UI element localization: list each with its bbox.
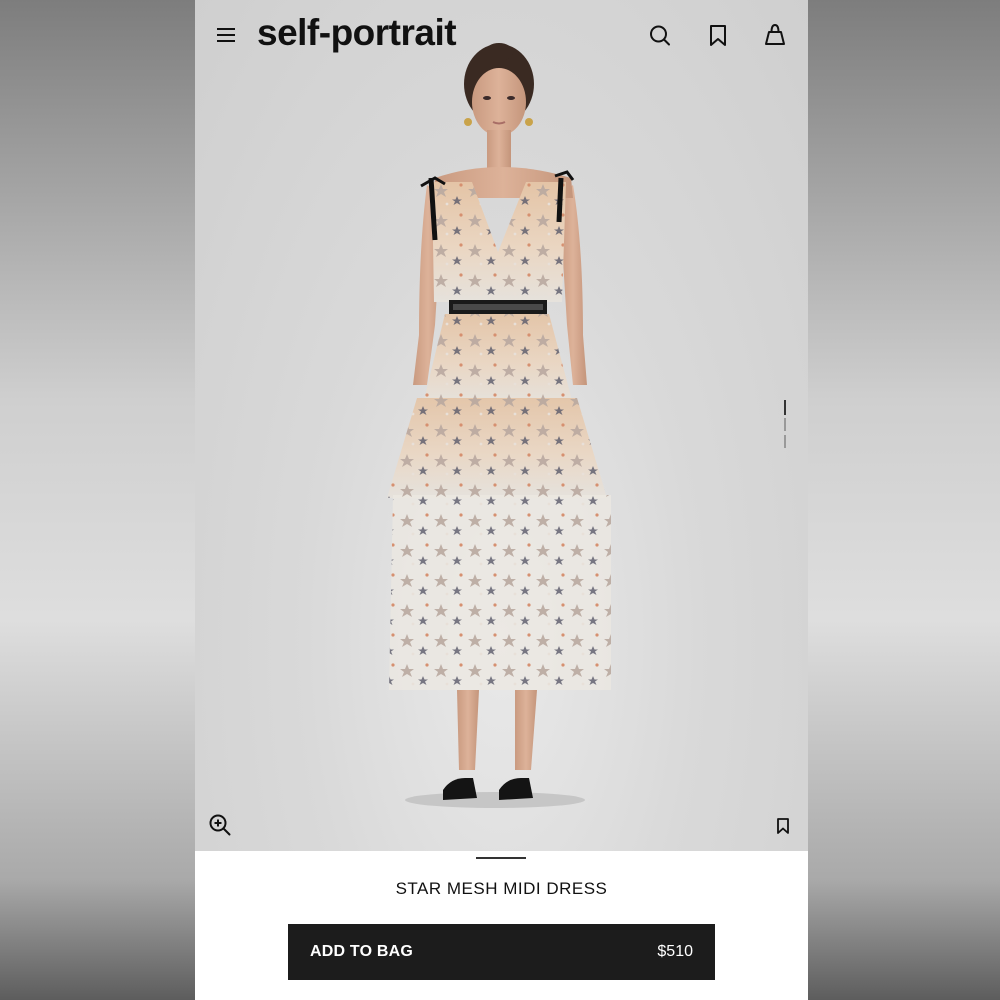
search-icon[interactable]	[648, 22, 672, 48]
product-name: STAR MESH MIDI DRESS	[395, 879, 608, 898]
add-to-bag-button[interactable]: ADD TO BAG $510	[288, 924, 715, 980]
bag-icon[interactable]	[763, 22, 787, 48]
gallery-dot[interactable]	[784, 435, 786, 448]
phone-screen: self-portrait STAR MESH MIDI DRESS ADD T…	[195, 0, 808, 1000]
product-image-gallery[interactable]: self-portrait	[195, 0, 808, 851]
brand-logo[interactable]: self-portrait	[257, 12, 457, 54]
background-blur-right	[808, 0, 1000, 1000]
gallery-dot[interactable]	[784, 418, 786, 431]
sheet-drag-handle[interactable]	[476, 857, 526, 859]
menu-icon[interactable]	[217, 28, 235, 42]
bookmark-icon[interactable]	[706, 22, 730, 48]
background-blur-left	[0, 0, 195, 1000]
product-details-sheet: STAR MESH MIDI DRESS ADD TO BAG $510	[195, 851, 808, 1000]
product-price: $510	[657, 943, 693, 960]
top-nav-bar: self-portrait	[195, 0, 808, 72]
product-photo	[387, 43, 611, 808]
gallery-dot-active[interactable]	[784, 400, 786, 415]
save-to-wishlist-icon[interactable]	[775, 817, 791, 835]
add-to-bag-label: ADD TO BAG	[310, 943, 414, 960]
gallery-pagination-indicator[interactable]	[784, 400, 786, 450]
zoom-in-icon[interactable]	[208, 813, 232, 837]
